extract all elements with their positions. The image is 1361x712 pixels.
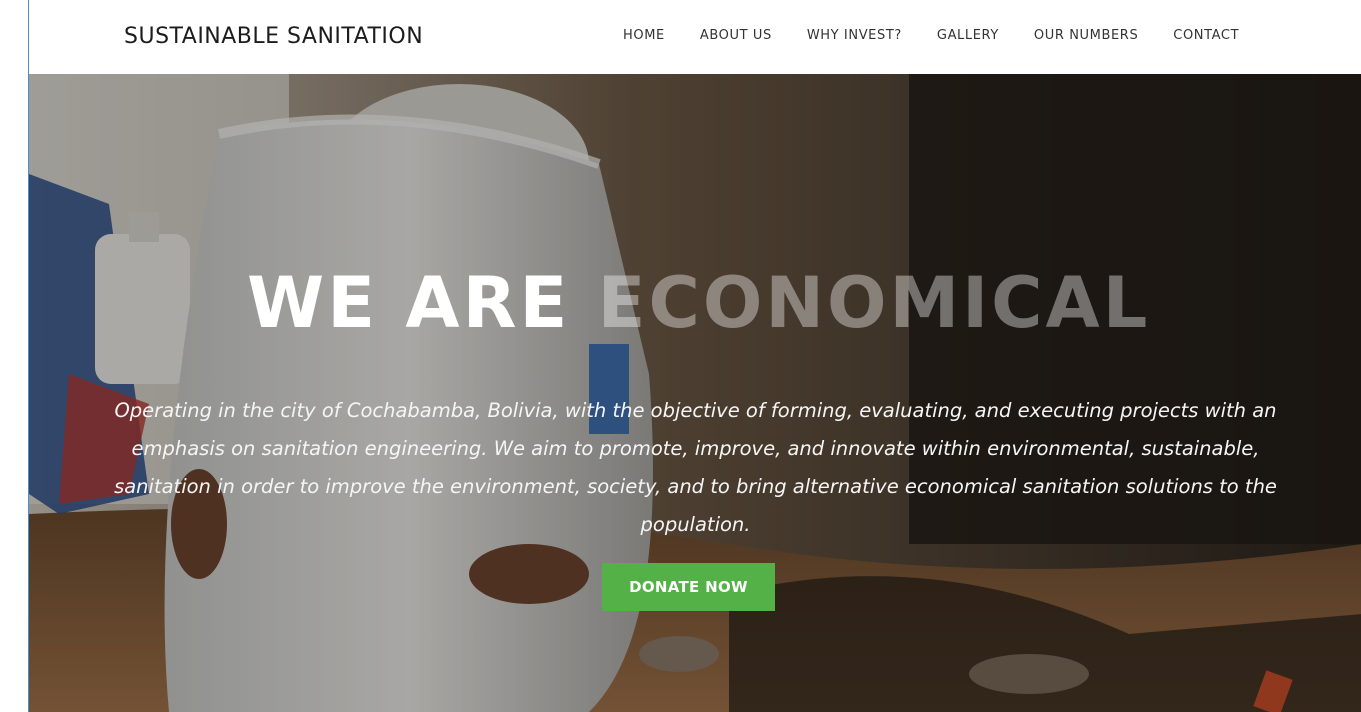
nav-item-why-invest[interactable]: WHY INVEST? — [807, 28, 902, 43]
headline-lead: WE ARE — [247, 262, 571, 344]
nav-item-home[interactable]: HOME — [623, 28, 665, 43]
nav-item-gallery[interactable]: GALLERY — [937, 28, 999, 43]
site-brand[interactable]: SUSTAINABLE SANITATION — [124, 24, 423, 49]
donate-now-button[interactable]: DONATE NOW — [602, 563, 775, 611]
nav-item-our-numbers[interactable]: OUR NUMBERS — [1034, 28, 1138, 43]
headline-rotating-word: ECONOMICAL — [597, 262, 1151, 344]
hero-description: Operating in the city of Cochabamba, Bol… — [114, 398, 1277, 536]
main-nav: HOME ABOUT US WHY INVEST? GALLERY OUR NU… — [623, 28, 1239, 43]
top-navbar: SUSTAINABLE SANITATION HOME ABOUT US WHY… — [29, 0, 1361, 74]
page-frame: SUSTAINABLE SANITATION HOME ABOUT US WHY… — [28, 0, 1361, 712]
nav-item-contact[interactable]: CONTACT — [1173, 28, 1239, 43]
hero-section: WE ARE ECONOMICAL Operating in the city … — [29, 74, 1361, 712]
hero-headline: WE ARE ECONOMICAL — [247, 268, 1150, 338]
nav-item-about-us[interactable]: ABOUT US — [700, 28, 772, 43]
